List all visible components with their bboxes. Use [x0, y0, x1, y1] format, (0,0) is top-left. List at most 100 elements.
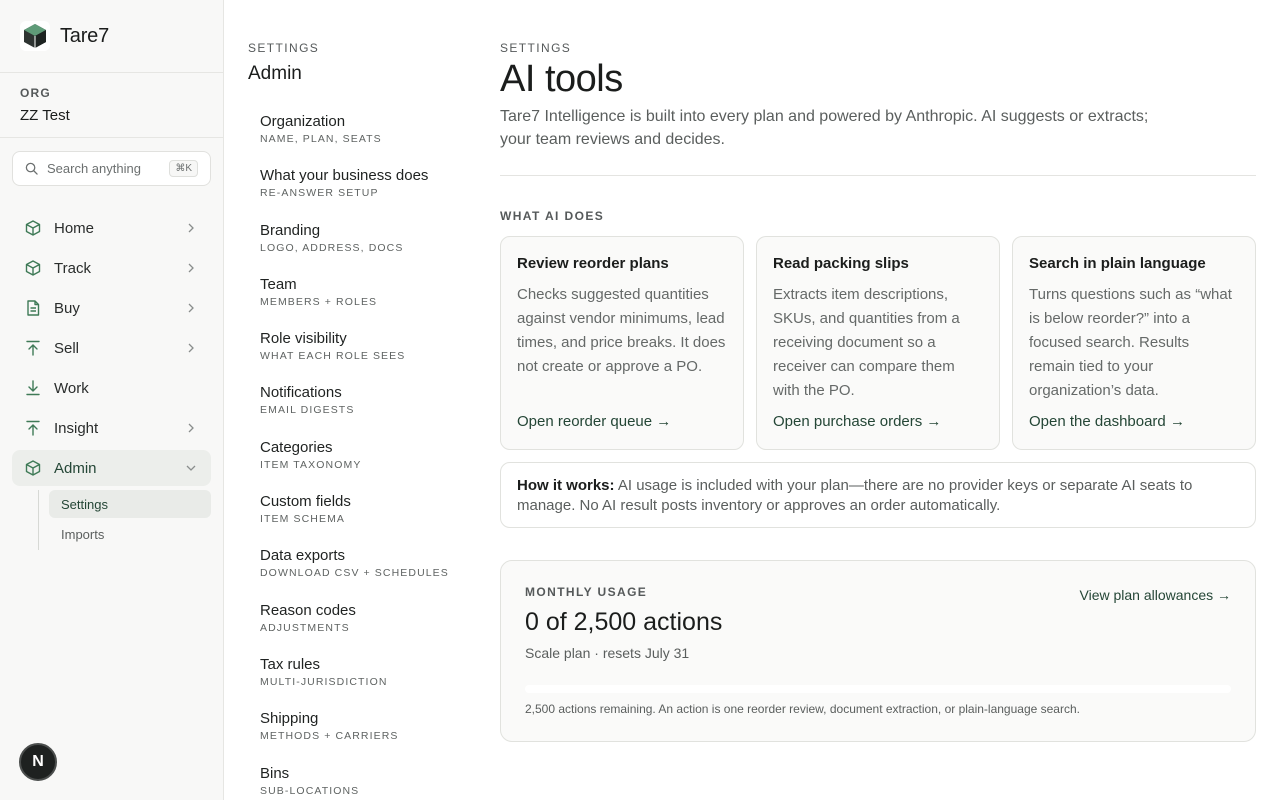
nav-item-home[interactable]: Home [12, 210, 211, 246]
settings-item-sub: MEMBERS + ROLES [260, 295, 378, 308]
settings-item-sub: ITEM TAXONOMY [260, 458, 362, 471]
settings-item-team[interactable]: Team MEMBERS + ROLES [248, 276, 468, 330]
nav-item-insight[interactable]: Insight [12, 410, 211, 446]
settings-item-label: Branding [260, 221, 321, 239]
settings-item-label: Team [260, 275, 297, 293]
settings-item-role-visibility[interactable]: Role visibility WHAT EACH ROLE SEES [248, 330, 468, 384]
settings-item-sub: EMAIL DIGESTS [260, 404, 355, 417]
settings-item-categories[interactable]: Categories ITEM TAXONOMY [248, 439, 468, 493]
card-body: Checks suggested quantities against vend… [517, 286, 726, 375]
usage-progress-bar [525, 685, 1231, 693]
nav-item-sell[interactable]: Sell [12, 330, 211, 366]
settings-item-data-exports[interactable]: Data exports DOWNLOAD CSV + SCHEDULES [248, 547, 468, 601]
settings-item-label: Data exports [260, 547, 346, 565]
settings-item-bins[interactable]: Bins SUB-LOCATIONS [248, 765, 468, 800]
settings-item-sub: NAME, PLAN, SEATS [260, 133, 382, 145]
subnav-item-imports[interactable]: Imports [49, 520, 211, 548]
user-avatar[interactable]: N [19, 743, 57, 781]
how-it-works-text: AI usage is included with your plan—ther… [517, 477, 1193, 514]
open-purchase-orders-link[interactable]: Open purchase orders → [773, 413, 941, 430]
nav-label-home: Home [54, 219, 95, 237]
nav-item-track[interactable]: Track [12, 250, 211, 286]
search-icon [25, 162, 38, 175]
nav-label-track: Track [54, 259, 91, 277]
page-eyebrow: SETTINGS [500, 41, 572, 55]
chevron-right-icon [188, 263, 194, 273]
card-body: Extracts item descriptions, SKUs, and qu… [773, 286, 960, 399]
monthly-usage-panel: MONTHLY USAGE 0 of 2,500 actions Scale p… [500, 560, 1256, 742]
settings-item-label: Shipping [260, 710, 319, 728]
search-input[interactable]: Search anything ⌘K [12, 151, 211, 186]
settings-item-sub: LOGO, ADDRESS, DOCS [260, 241, 404, 254]
chevron-right-icon [188, 223, 194, 233]
card-title: Review reorder plans [517, 255, 669, 272]
settings-item-label: What your business does [260, 167, 429, 185]
card-title: Read packing slips [773, 255, 909, 272]
nav-label-insight: Insight [54, 419, 99, 437]
settings-item-label: Bins [260, 764, 290, 782]
settings-item-custom-fields[interactable]: Custom fields ITEM SCHEMA [248, 493, 468, 547]
nav-item-admin[interactable]: Admin [12, 450, 211, 486]
settings-item-sub: ADJUSTMENTS [260, 621, 350, 634]
settings-item-organization[interactable]: Organization NAME, PLAN, SEATS [248, 113, 468, 167]
divider [500, 175, 1256, 176]
usage-count: 0 of 2,500 actions [525, 608, 723, 636]
org-name: ZZ Test [20, 107, 70, 124]
search-shortcut-badge: ⌘K [169, 160, 198, 177]
nav-item-work[interactable]: Work [12, 370, 211, 406]
brand-header: Tare7 [0, 0, 223, 73]
box-icon [25, 260, 41, 276]
settings-item-label: Tax rules [260, 655, 321, 673]
settings-item-reason-codes[interactable]: Reason codes ADJUSTMENTS [248, 602, 468, 656]
settings-eyebrow: SETTINGS [248, 41, 320, 55]
card-packing-slips: Read packing slips Extracts item descrip… [756, 236, 1000, 450]
chevron-right-icon [188, 423, 194, 433]
document-icon [27, 300, 40, 316]
how-it-works-note: How it works: AI usage is included with … [500, 462, 1256, 528]
upload-icon [26, 340, 40, 356]
page-title: AI tools [500, 58, 623, 100]
brand-name: Tare7 [60, 24, 110, 47]
settings-item-sub: DOWNLOAD CSV + SCHEDULES [260, 567, 449, 580]
how-it-works-lead: How it works: [517, 477, 615, 494]
open-reorder-queue-link[interactable]: Open reorder queue → [517, 413, 671, 430]
settings-item-business[interactable]: What your business does RE-ANSWER SETUP [248, 167, 468, 221]
download-icon [26, 380, 40, 396]
settings-title: Admin [248, 63, 302, 84]
nav-item-buy[interactable]: Buy [12, 290, 211, 326]
settings-item-label: Organization [260, 113, 346, 130]
settings-item-notifications[interactable]: Notifications EMAIL DIGESTS [248, 384, 468, 438]
org-switcher[interactable]: ORG ZZ Test [0, 73, 223, 138]
org-label: ORG [20, 86, 51, 100]
settings-item-label: Notifications [260, 384, 342, 402]
settings-item-sub: WHAT EACH ROLE SEES [260, 350, 406, 363]
settings-item-sub: MULTI-JURISDICTION [260, 675, 388, 688]
settings-item-branding[interactable]: Branding LOGO, ADDRESS, DOCS [248, 222, 468, 276]
view-plan-allowances-link[interactable]: View plan allowances → [1080, 587, 1232, 603]
settings-item-label: Role visibility [260, 330, 347, 348]
settings-item-sub: SUB-LOCATIONS [260, 784, 360, 797]
usage-plan: Scale plan · resets July 31 [525, 645, 690, 661]
nav-label-admin: Admin [54, 459, 97, 477]
open-dashboard-link[interactable]: Open the dashboard → [1029, 413, 1185, 430]
nav-label-work: Work [54, 379, 89, 397]
sidebar: Tare7 ORG ZZ Test Search anything ⌘K Hom… [0, 0, 224, 800]
chevron-right-icon [188, 343, 194, 353]
nav-label-buy: Buy [54, 299, 80, 317]
tare7-logo-icon[interactable] [20, 21, 50, 51]
card-body: Turns questions such as “what is below r… [1029, 286, 1232, 399]
settings-item-sub: ITEM SCHEMA [260, 513, 346, 526]
box-icon [25, 220, 41, 236]
box-icon [25, 460, 41, 476]
card-reorder-plans: Review reorder plans Checks suggested qu… [500, 236, 744, 450]
usage-note: 2,500 actions remaining. An action is on… [525, 702, 1080, 716]
settings-item-shipping[interactable]: Shipping METHODS + CARRIERS [248, 710, 468, 764]
chevron-down-icon [186, 465, 196, 471]
upload-icon [26, 420, 40, 436]
card-plain-language-search: Search in plain language Turns questions… [1012, 236, 1256, 450]
subnav-item-settings[interactable]: Settings [49, 490, 211, 518]
settings-item-label: Reason codes [260, 601, 356, 619]
settings-item-tax-rules[interactable]: Tax rules MULTI-JURISDICTION [248, 656, 468, 710]
search-placeholder: Search anything [47, 161, 141, 176]
card-title: Search in plain language [1029, 255, 1206, 272]
